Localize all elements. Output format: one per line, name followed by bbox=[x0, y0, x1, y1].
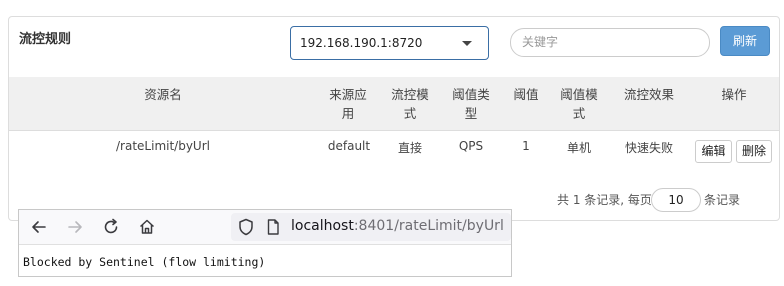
browser-toolbar: localhost:8401/rateLimit/byUrl bbox=[19, 210, 511, 245]
keyword-search-input[interactable]: 关键字 bbox=[510, 28, 710, 57]
header-effect: 流控效果 bbox=[623, 87, 674, 102]
pagination-suffix: 条记录 bbox=[704, 193, 741, 207]
header-threshold-mode-line1: 阈值模 bbox=[560, 87, 598, 102]
cell-flow-mode: 直接 bbox=[397, 141, 422, 155]
header-source-app: 来源应 用 bbox=[323, 85, 373, 123]
header-actions: 操作 bbox=[721, 87, 747, 102]
browser-window: localhost:8401/rateLimit/byUrl Blocked b… bbox=[18, 209, 512, 277]
cell-resource: /rateLimit/byUrl bbox=[116, 139, 210, 153]
machine-select[interactable]: 192.168.190.1:8720 bbox=[290, 26, 489, 60]
header-resource: 资源名 bbox=[144, 87, 182, 102]
header-threshold-type-line2: 型 bbox=[464, 106, 478, 121]
header-threshold-type-line1: 阈值类 bbox=[452, 87, 490, 102]
delete-button[interactable]: 删除 bbox=[736, 140, 772, 163]
cell-threshold-type: QPS bbox=[458, 139, 484, 153]
cell-threshold-mode: 单机 bbox=[566, 141, 591, 155]
page-icon bbox=[267, 219, 279, 235]
header-flow-mode: 流控模 式 bbox=[385, 85, 435, 123]
panel-title: 流控规则 bbox=[19, 32, 72, 47]
header-source-app-line1: 来源应 bbox=[329, 87, 367, 102]
page-size-input[interactable]: 10 bbox=[651, 188, 701, 212]
blocked-message: Blocked by Sentinel (flow limiting) bbox=[23, 255, 266, 269]
machine-select-value: 192.168.190.1:8720 bbox=[300, 36, 423, 50]
home-icon[interactable] bbox=[137, 217, 157, 237]
forward-icon[interactable] bbox=[65, 217, 85, 237]
reload-icon[interactable] bbox=[101, 217, 121, 237]
cell-threshold: 1 bbox=[522, 139, 530, 153]
cell-effect: 快速失败 bbox=[624, 141, 673, 155]
header-flow-mode-line1: 流控模 bbox=[391, 87, 429, 102]
refresh-button[interactable]: 刷新 bbox=[720, 26, 770, 56]
chevron-down-icon bbox=[462, 41, 472, 46]
url-path: :8401/rateLimit/byUrl bbox=[353, 218, 504, 234]
pagination-summary: 共 1 条记录, 每页 bbox=[557, 193, 652, 207]
edit-button[interactable]: 编辑 bbox=[695, 140, 732, 163]
header-threshold-mode-line2: 式 bbox=[572, 106, 586, 121]
cell-source-app: default bbox=[327, 139, 371, 153]
url-host: localhost bbox=[291, 218, 354, 234]
back-icon[interactable] bbox=[29, 217, 49, 237]
header-flow-mode-line2: 式 bbox=[403, 106, 417, 121]
header-source-app-line2: 用 bbox=[341, 106, 355, 121]
header-threshold-mode: 阈值模 式 bbox=[554, 85, 604, 123]
url-text[interactable]: localhost:8401/rateLimit/byUrl bbox=[291, 218, 504, 234]
header-threshold-type: 阈值类 型 bbox=[446, 85, 496, 123]
header-threshold: 阈值 bbox=[513, 87, 539, 102]
shield-icon[interactable] bbox=[236, 217, 256, 237]
